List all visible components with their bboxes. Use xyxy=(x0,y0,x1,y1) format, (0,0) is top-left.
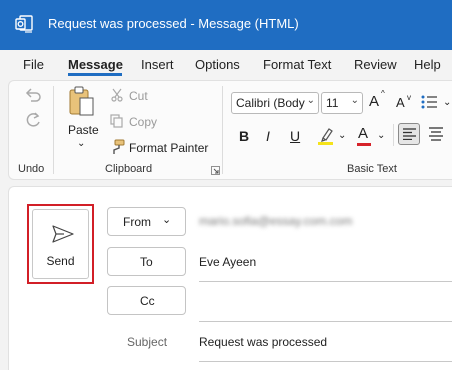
basic-text-group-label: Basic Text xyxy=(347,163,397,175)
font-name-dropdown[interactable]: Calibri (Body ⌄ xyxy=(231,92,319,114)
tab-file[interactable]: File xyxy=(23,57,44,72)
tab-review[interactable]: Review xyxy=(354,57,397,72)
font-size-dropdown[interactable]: 11 ⌄ xyxy=(321,92,363,114)
cc-label: Cc xyxy=(140,294,155,308)
cc-field-underline xyxy=(199,321,452,322)
subject-input[interactable]: Request was processed xyxy=(199,335,327,349)
from-address: mario.sofia@essay.com.com xyxy=(199,214,353,228)
to-button[interactable]: To xyxy=(107,247,186,276)
to-label: To xyxy=(140,255,153,269)
cut-icon[interactable] xyxy=(110,88,124,102)
chevron-down-icon: ⌄ xyxy=(306,95,315,106)
divider xyxy=(393,124,394,146)
align-left-icon xyxy=(403,128,416,140)
paste-dropdown-chevron-icon[interactable]: ⌄ xyxy=(77,138,85,149)
chevron-down-icon: ⌄ xyxy=(350,95,359,106)
chevron-down-icon: ⌄ xyxy=(162,214,172,226)
from-label: From xyxy=(123,215,151,229)
cut-button[interactable]: Cut xyxy=(129,89,148,103)
bullets-icon[interactable] xyxy=(421,95,441,109)
send-button-face xyxy=(32,209,89,279)
dialog-launcher-icon[interactable] xyxy=(211,166,220,175)
bold-button[interactable]: B xyxy=(239,128,249,144)
grow-font-icon[interactable]: A xyxy=(369,93,379,110)
tab-options[interactable]: Options xyxy=(195,57,240,72)
align-center-icon[interactable] xyxy=(429,127,443,141)
undo-icon[interactable] xyxy=(24,86,42,104)
shrink-font-caret: v xyxy=(407,93,411,102)
to-recipient[interactable]: Eve Ayeen xyxy=(199,255,256,269)
send-button[interactable]: Send xyxy=(27,204,94,284)
tab-insert[interactable]: Insert xyxy=(141,57,174,72)
font-color-icon[interactable]: A xyxy=(358,125,368,142)
from-button[interactable]: From ⌄ xyxy=(107,207,186,236)
italic-button[interactable]: I xyxy=(266,128,270,144)
tab-help[interactable]: Help xyxy=(414,57,441,72)
subject-label: Subject xyxy=(127,335,168,349)
title-bar: Request was processed - Message (HTML) xyxy=(0,0,452,50)
paste-icon[interactable] xyxy=(68,86,96,118)
clipboard-group-label: Clipboard xyxy=(105,163,153,175)
font-color-swatch xyxy=(357,143,371,146)
tab-format-text[interactable]: Format Text xyxy=(263,57,331,72)
send-label: Send xyxy=(46,254,75,268)
group-divider xyxy=(53,86,54,174)
shrink-font-icon[interactable]: A xyxy=(396,95,405,110)
outlook-message-icon xyxy=(15,15,33,33)
send-icon xyxy=(52,225,74,243)
align-left-button[interactable] xyxy=(398,123,420,145)
cc-field[interactable] xyxy=(199,286,452,320)
active-tab-indicator xyxy=(68,73,122,76)
undo-group-label: Undo xyxy=(18,163,45,175)
highlighter-icon[interactable] xyxy=(317,126,335,146)
copy-icon[interactable] xyxy=(110,114,124,128)
to-field-underline xyxy=(199,281,452,282)
font-name-value: Calibri (Body xyxy=(236,96,305,110)
group-divider xyxy=(222,86,223,174)
copy-button[interactable]: Copy xyxy=(129,115,157,129)
format-painter-icon[interactable] xyxy=(110,139,126,155)
underline-button[interactable]: U xyxy=(290,128,300,144)
font-size-value: 11 xyxy=(326,96,339,110)
subject-field-underline xyxy=(199,361,452,362)
paste-button[interactable]: Paste xyxy=(68,123,99,137)
bullets-chevron-icon[interactable]: ⌄ xyxy=(443,97,451,108)
redo-icon[interactable] xyxy=(24,112,42,130)
font-color-chevron-icon[interactable]: ⌄ xyxy=(377,130,385,141)
tab-message[interactable]: Message xyxy=(68,57,123,72)
highlight-chevron-icon[interactable]: ⌄ xyxy=(338,130,346,141)
window-title: Request was processed - Message (HTML) xyxy=(48,16,299,31)
format-painter-button[interactable]: Format Painter xyxy=(129,141,208,155)
grow-font-caret: ^ xyxy=(381,89,385,98)
cc-button[interactable]: Cc xyxy=(107,286,186,315)
